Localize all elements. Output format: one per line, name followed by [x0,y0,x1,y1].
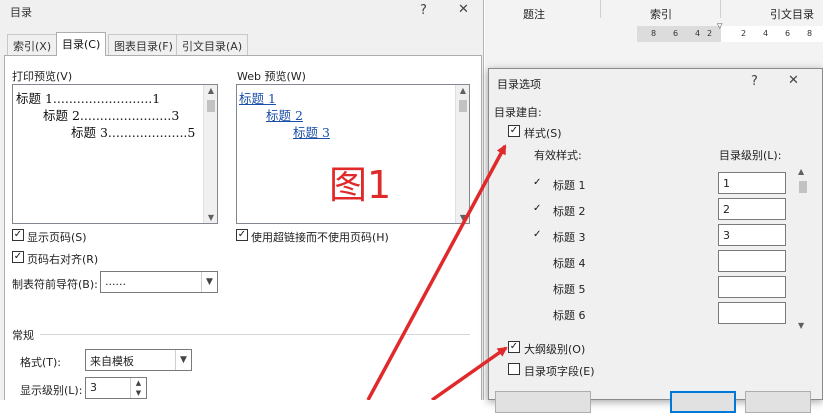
toc-level-input[interactable]: 1 [718,172,786,194]
ribbon-separator [720,0,721,18]
style-name: 标题 5 [553,283,586,296]
right-align-checkbox[interactable]: ✓ [12,251,24,263]
show-page-numbers-label: 显示页码(S) [27,231,87,244]
tab-leader-value: ...... [105,275,126,288]
toc-options-dialog: 目录选项 ? ✕ 目录建自: ✓ 样式(S) 有效样式: 目录级别(L): ✓ … [488,68,823,413]
print-preview-scrollbar[interactable]: ▲ ▼ [203,85,217,223]
format-value: 来自模板 [90,355,134,368]
tab-leader-label: 制表符前导符(B): [12,278,98,291]
scroll-up-icon[interactable]: ▲ [456,86,470,95]
toc-level-input[interactable] [718,250,786,272]
levels-spinner[interactable]: 3 ▲ ▼ [85,377,147,399]
ok-button[interactable] [670,391,736,413]
tab-table-of-authorities[interactable]: 引文目录(A) [176,34,249,55]
help-button[interactable]: ? [751,74,758,89]
build-from-label: 目录建自: [494,106,542,119]
levels-value: 3 [90,381,97,394]
scroll-thumb[interactable] [207,100,215,112]
ribbon-tab-caption[interactable]: 题注 [523,6,545,22]
chevron-down-icon[interactable]: ▼ [201,272,217,292]
ruler-number: 8 [807,29,813,38]
close-button[interactable]: ✕ [458,2,469,17]
annotation-label: 图1 [329,163,392,207]
tab-toc[interactable]: 目录(C) [56,32,107,56]
dialog-title: 目录 [10,6,32,19]
ruler-number: 6 [785,29,791,38]
scroll-up-icon[interactable]: ▲ [204,86,218,95]
style-name: 标题 2 [553,205,586,218]
style-used-check-icon: ✓ [533,177,542,188]
toc-fields-checkbox[interactable] [508,363,520,375]
scroll-down-icon[interactable]: ▼ [204,213,218,222]
style-used-check-icon: ✓ [533,203,542,214]
web-preview-label: Web 预览(W) [237,70,306,83]
scroll-thumb[interactable] [459,100,467,112]
outline-levels-checkbox[interactable]: ✓ [508,341,520,353]
ruler-number: 6 [673,29,679,38]
ruler-number: 2 [707,29,713,38]
general-heading: 常规 [12,329,34,342]
format-label: 格式(T): [20,356,62,369]
tab-table-of-figures[interactable]: 图表目录(F) [108,34,179,55]
ruler-number: 4 [763,29,769,38]
style-name: 标题 1 [553,179,586,192]
style-name: 标题 6 [553,309,586,322]
tab-leader-select[interactable]: ...... ▼ [100,271,218,293]
toc-level-input[interactable] [718,276,786,298]
scroll-thumb[interactable] [799,181,807,193]
scroll-down-icon[interactable]: ▼ [456,213,470,222]
toc-level-input[interactable]: 3 [718,224,786,246]
use-hyperlinks-label: 使用超链接而不使用页码(H) [251,231,389,244]
toc-level-input[interactable]: 2 [718,198,786,220]
print-preview-box[interactable]: 标题 1.........................1 标题 2.....… [12,84,218,224]
scroll-up-icon[interactable]: ▲ [798,167,804,176]
toc-fields-label: 目录项字段(E) [524,365,595,378]
toc-dialog: 目录 ? ✕ 索引(X) 图表目录(F) 引文目录(A) 目录(C) 打印预览(… [0,0,484,400]
outline-levels-label: 大纲级别(O) [524,343,586,356]
print-preview-label: 打印预览(V) [12,70,73,83]
styles-list-scrollbar[interactable]: ▲ ▼ [796,167,810,333]
styles-label: 样式(S) [524,127,562,140]
format-select[interactable]: 来自模板 ▼ [85,349,192,371]
ruler-number: 2 [741,29,747,38]
styles-checkbox[interactable]: ✓ [508,125,520,137]
right-align-label: 页码右对齐(R) [27,253,99,266]
cancel-button[interactable] [745,391,811,413]
levels-label: 显示级别(L): [20,384,83,397]
toc-level-header: 目录级别(L): [719,149,782,162]
close-button[interactable]: ✕ [788,73,799,88]
ribbon-tab-index[interactable]: 索引 [650,6,672,22]
ribbon-separator [600,0,601,18]
use-hyperlinks-checkbox[interactable]: ✓ [236,229,248,241]
tab-index[interactable]: 索引(X) [7,34,58,55]
indent-marker-icon[interactable]: ▽ [717,22,722,30]
ribbon-tab-authorities[interactable]: 引文目录 [770,6,814,22]
web-preview-scrollbar[interactable]: ▲ ▼ [455,85,469,223]
web-preview-link[interactable]: 标题 3 [293,122,330,141]
available-styles-header: 有效样式: [534,149,582,162]
scroll-down-icon[interactable]: ▼ [798,321,804,330]
ruler-number: 4 [695,29,701,38]
toc-level-input[interactable] [718,302,786,324]
options-dialog-title: 目录选项 [497,78,541,91]
group-divider [40,334,470,335]
style-name: 标题 3 [553,231,586,244]
show-page-numbers-checkbox[interactable]: ✓ [12,229,24,241]
spinner-arrows-icon[interactable]: ▲ ▼ [130,378,146,398]
help-button[interactable]: ? [420,3,427,18]
style-used-check-icon: ✓ [533,229,542,240]
chevron-down-icon[interactable]: ▼ [175,350,191,370]
ruler-number: 8 [651,29,657,38]
reset-button[interactable] [495,391,591,413]
style-name: 标题 4 [553,257,586,270]
print-preview-line: 标题 3....................5 [71,125,196,140]
